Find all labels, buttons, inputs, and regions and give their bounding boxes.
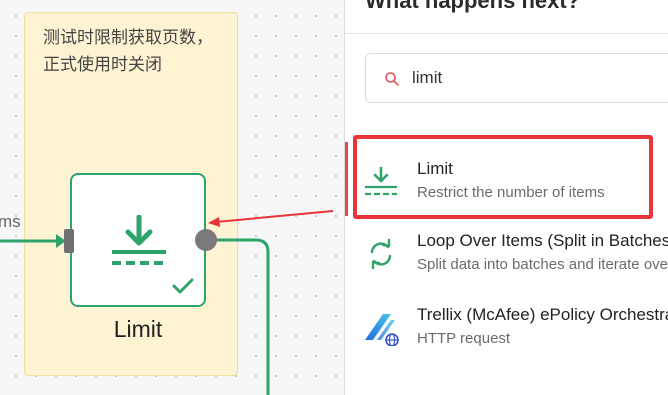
result-subtitle: Restrict the number of items [417,184,605,201]
node-input-port[interactable] [64,229,74,253]
search-box[interactable] [365,53,668,103]
success-check-icon [172,278,194,294]
limit-node[interactable] [70,173,206,307]
limit-icon [112,215,166,265]
result-item-trellix[interactable]: Trellix (McAfee) ePolicy Orchestrator HT… [345,302,668,372]
limit-icon [365,166,397,196]
workflow-canvas[interactable]: 测试时限制获取页数，正式使用时关闭 ms Limit [0,0,344,395]
node-creator-panel: What happens next? Limit Restrict the nu… [344,0,668,395]
outgoing-connection [217,238,270,395]
search-icon [385,72,399,86]
result-subtitle: HTTP request [417,330,511,347]
result-title: Limit [417,159,453,178]
result-item-loop-over-items[interactable]: Loop Over Items (Split in Batches) Split… [345,228,668,298]
result-item-limit[interactable]: Limit Restrict the number of items [345,156,668,226]
search-input[interactable] [412,66,662,90]
divider [345,33,668,34]
loop-icon [370,238,392,270]
node-output-port[interactable] [195,229,217,251]
result-title: Trellix (McAfee) ePolicy Orchestrator [417,305,668,324]
node-title: Limit [113,316,163,342]
trellix-icon [365,314,399,346]
result-title: Loop Over Items (Split in Batches) [417,231,668,250]
panel-title: What happens next? [365,0,581,13]
result-subtitle: Split data into batches and iterate over… [417,256,668,273]
